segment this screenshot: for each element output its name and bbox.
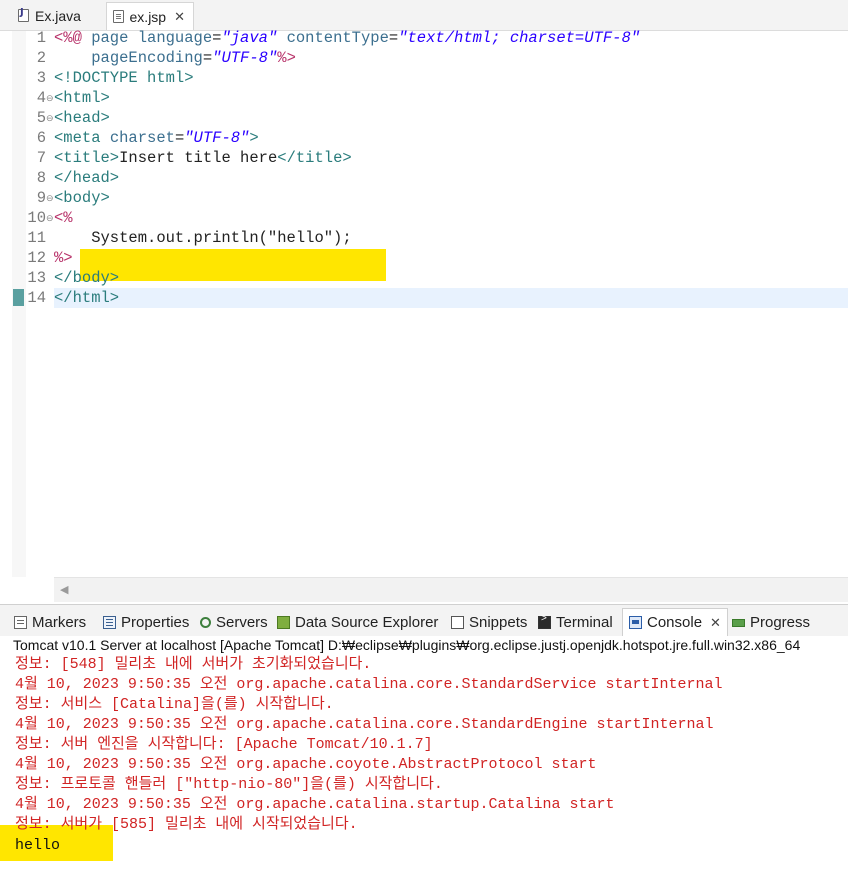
code-line-3: <!DOCTYPE html> — [54, 69, 194, 87]
line-number: 13 — [27, 269, 46, 287]
tab-label: Ex.java — [35, 7, 81, 24]
code-line-9: <body> — [54, 189, 110, 207]
code-line-5: <head> — [54, 109, 110, 127]
code-line-7: <title>Insert title here</title> — [54, 149, 352, 167]
tab-label: Console — [647, 614, 703, 631]
line-number: 8 — [36, 169, 46, 187]
line-number: 7 — [36, 149, 46, 167]
tab-console[interactable]: Console ✕ — [622, 608, 728, 636]
tab-snippets[interactable]: Snippets — [451, 609, 527, 635]
line-number: 6 — [36, 129, 46, 147]
editor-tab-bar: Ex.java ex.jsp ✕ — [0, 0, 848, 31]
terminal-icon — [538, 613, 551, 629]
line-number: 14 — [27, 289, 46, 307]
tab-label: Snippets — [469, 613, 528, 631]
fold-toggle-icon[interactable]: ⊖ — [46, 188, 54, 208]
code-line-4: <html> — [54, 89, 110, 107]
program-output: hello — [15, 837, 61, 854]
line-number: 1 — [36, 29, 46, 47]
servers-icon — [200, 616, 211, 628]
close-icon[interactable]: ✕ — [710, 615, 721, 631]
code-line-10: <% — [54, 209, 73, 227]
tab-terminal[interactable]: Terminal — [538, 609, 613, 635]
code-line-12: %> — [54, 249, 73, 267]
line-number: 5 — [36, 109, 46, 127]
log-line: 정보: 서버 엔진을 시작합니다: [Apache Tomcat/10.1.7] — [15, 736, 433, 753]
tab-ex-java[interactable]: Ex.java — [12, 2, 104, 29]
code-line-1: <%@ page language="java" contentType="te… — [54, 29, 641, 47]
log-line: 4월 10, 2023 9:50:35 오전 org.apache.coyote… — [15, 756, 597, 773]
code-line-8: </head> — [54, 169, 120, 187]
code-line-14: </html> — [54, 289, 120, 307]
code-line-6: <meta charset="UTF-8"> — [54, 129, 259, 147]
line-number: 11 — [27, 229, 46, 247]
properties-icon — [103, 615, 116, 629]
tab-label: Servers — [216, 613, 268, 631]
tab-label: Progress — [750, 613, 811, 631]
progress-icon — [732, 618, 745, 627]
line-number: 9 — [36, 189, 46, 207]
code-line-11: System.out.println("hello"); — [54, 229, 352, 247]
tab-progress[interactable]: Progress — [732, 609, 810, 635]
line-number: 4 — [36, 89, 46, 107]
tab-servers[interactable]: Servers — [200, 609, 268, 635]
tab-ex-jsp[interactable]: ex.jsp ✕ — [106, 2, 194, 30]
data-source-explorer-icon — [277, 615, 290, 629]
snippets-icon — [451, 615, 464, 629]
tab-label: ex.jsp — [129, 8, 167, 25]
line-number: 12 — [27, 249, 46, 267]
line-number: 10 — [27, 209, 46, 227]
tab-markers[interactable]: Markers — [14, 609, 86, 635]
tab-label: Terminal — [556, 613, 613, 631]
log-line: 정보: 서버가 [585] 밀리초 내에 시작되었습니다. — [15, 816, 358, 833]
log-line: 4월 10, 2023 9:50:35 오전 org.apache.catali… — [15, 716, 714, 733]
jsp-file-icon — [113, 10, 124, 23]
tab-label: Properties — [121, 613, 190, 631]
line-number: 2 — [36, 49, 46, 67]
code-editor[interactable]: 1 2 3 4 5 6 7 8 9 10 11 12 13 14 ⊖ ⊖ ⊖ ⊖… — [0, 29, 848, 603]
line-number: 3 — [36, 69, 46, 87]
code-line-2: pageEncoding="UTF-8"%> — [91, 49, 296, 67]
console-output[interactable]: 정보: [548] 밀리초 내에 서버가 초기화되었습니다. 4월 10, 20… — [0, 655, 848, 881]
code-text[interactable]: <%@ page language="java" contentType="te… — [54, 29, 848, 577]
tab-data-source-explorer[interactable]: Data Source Explorer — [277, 609, 438, 635]
tab-label: Markers — [32, 613, 87, 631]
console-icon — [629, 616, 642, 629]
fold-toggle-icon[interactable]: ⊖ — [46, 88, 54, 108]
views-tab-bar: Markers Properties Servers Data Source E… — [0, 604, 848, 636]
close-icon[interactable]: ✕ — [174, 9, 185, 25]
markers-icon — [14, 615, 27, 629]
console-process-label: Tomcat v10.1 Server at localhost [Apache… — [13, 637, 801, 653]
log-line: 4월 10, 2023 9:50:35 오전 org.apache.catali… — [15, 676, 723, 693]
code-line-13: </body> — [54, 269, 120, 287]
log-line: 정보: 서비스 [Catalina]을(를) 시작합니다. — [15, 696, 334, 713]
log-line: 정보: 프로토콜 핸들러 ["http-nio-80"]을(를) 시작합니다. — [15, 776, 443, 793]
log-line: 정보: [548] 밀리초 내에 서버가 초기화되었습니다. — [15, 656, 372, 673]
horizontal-scrollbar[interactable]: ◀ — [54, 577, 848, 602]
fold-toggle-icon[interactable]: ⊖ — [46, 108, 54, 128]
tab-label: Data Source Explorer — [295, 613, 439, 631]
log-line: 4월 10, 2023 9:50:35 오전 org.apache.catali… — [15, 796, 615, 813]
fold-toggle-icon[interactable]: ⊖ — [46, 208, 54, 228]
scroll-left-icon[interactable]: ◀ — [60, 583, 68, 596]
java-file-icon — [18, 7, 29, 22]
tab-properties[interactable]: Properties — [103, 609, 189, 635]
